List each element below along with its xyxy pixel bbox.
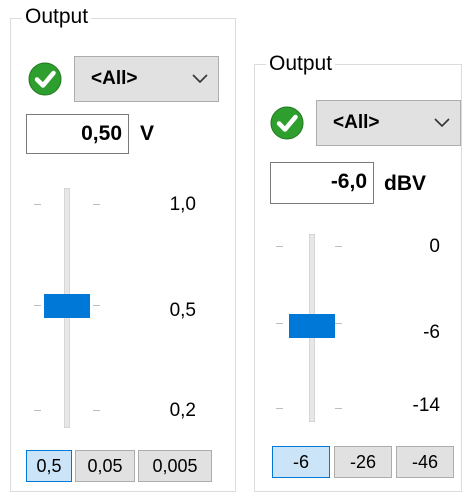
slider-tick bbox=[335, 408, 342, 409]
output-value-input[interactable]: 0,50 bbox=[26, 114, 129, 154]
unit-label: V bbox=[140, 122, 155, 145]
channel-select[interactable]: <All> bbox=[74, 56, 219, 102]
output-slider[interactable] bbox=[30, 185, 110, 430]
channel-select[interactable]: <All> bbox=[316, 100, 461, 146]
step-button-1[interactable]: -6 bbox=[272, 446, 330, 478]
slider-tick bbox=[93, 410, 100, 411]
unit-label: dBV bbox=[384, 172, 426, 195]
step-button-3[interactable]: -46 bbox=[396, 446, 454, 478]
green-check-icon bbox=[28, 62, 62, 96]
chevron-down-icon bbox=[434, 118, 450, 128]
green-check-icon bbox=[270, 106, 304, 140]
slider-thumb[interactable] bbox=[289, 314, 335, 338]
step-button-1[interactable]: 0,5 bbox=[26, 450, 72, 482]
slider-tick bbox=[34, 305, 41, 306]
step-button-2[interactable]: 0,05 bbox=[75, 450, 135, 482]
scale-label-min: 0,2 bbox=[169, 400, 196, 421]
slider-tick bbox=[335, 246, 342, 247]
scale-label-mid: -6 bbox=[423, 322, 440, 343]
slider-tick bbox=[276, 246, 283, 247]
scale-label-max: 1,0 bbox=[169, 194, 196, 215]
slider-tick bbox=[34, 204, 41, 205]
scale-label-min: -14 bbox=[412, 395, 440, 416]
slider-tick bbox=[276, 323, 283, 324]
slider-tick bbox=[34, 410, 41, 411]
panel-legend: Output bbox=[266, 52, 336, 76]
slider-tick bbox=[93, 204, 100, 205]
panel-legend: Output bbox=[22, 5, 92, 29]
scale-label-mid: 0,5 bbox=[169, 300, 196, 321]
slider-tick bbox=[276, 408, 283, 409]
slider-thumb[interactable] bbox=[44, 294, 90, 318]
output-slider[interactable] bbox=[272, 232, 352, 424]
slider-tick bbox=[335, 323, 342, 324]
step-button-3[interactable]: 0,005 bbox=[138, 450, 212, 482]
step-button-2[interactable]: -26 bbox=[334, 446, 392, 478]
chevron-down-icon bbox=[192, 74, 208, 84]
scale-label-max: 0 bbox=[429, 236, 440, 257]
channel-select-value: <All> bbox=[333, 112, 380, 133]
slider-tick bbox=[93, 305, 100, 306]
channel-select-value: <All> bbox=[91, 68, 138, 89]
output-value-input[interactable]: -6,0 bbox=[270, 162, 374, 204]
